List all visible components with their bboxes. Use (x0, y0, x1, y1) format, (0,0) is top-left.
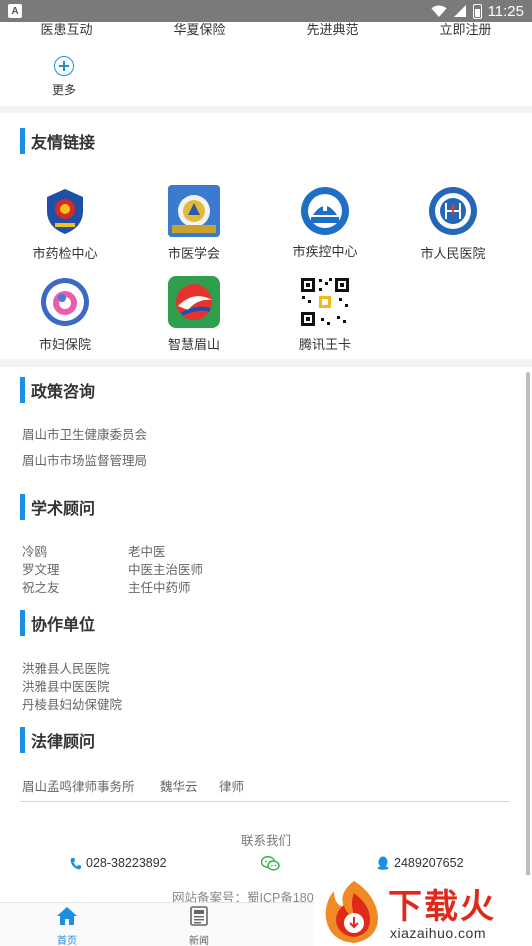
quick-link-register[interactable]: 立即注册 (399, 22, 532, 42)
section-accent-bar (20, 494, 25, 520)
advisor-name: 罗文理 (22, 563, 60, 577)
friend-link-tencent-card[interactable]: 腾讯王卡 (265, 276, 385, 353)
friend-link-label: 市药检中心 (32, 246, 98, 261)
flame-logo-icon (325, 881, 378, 943)
section-accent-bar (20, 128, 25, 154)
divider (20, 801, 510, 802)
policy-link[interactable]: 眉山市市场监督管理局 (22, 450, 147, 469)
partners-header: 协作单位 (20, 610, 95, 636)
qq-icon (377, 856, 389, 870)
qq-number: 2489207652 (394, 856, 464, 870)
watermark-title: 下载火 (388, 887, 496, 927)
section-accent-bar (20, 610, 25, 636)
watermark-url: xiazaihuo.com (390, 925, 486, 941)
advisor-title: 主任中药师 (128, 581, 191, 595)
policy-link[interactable]: 眉山市卫生健康委员会 (22, 424, 147, 443)
legal-role: 律师 (219, 780, 245, 794)
nav-news-label: 新闻 (189, 936, 209, 946)
maternal-hospital-icon (39, 276, 91, 328)
partner-item: 洪雅县人民医院 (22, 662, 110, 676)
nav-news[interactable]: 新闻 (174, 905, 224, 946)
wifi-icon (431, 5, 447, 17)
quick-link-huaxia-insurance[interactable]: 华夏保险 (133, 22, 266, 42)
friend-link-label: 市疾控中心 (292, 244, 358, 259)
nav-home[interactable]: 首页 (42, 905, 92, 946)
academic-title: 学术顾问 (31, 501, 96, 518)
police-emblem-icon (39, 185, 91, 237)
partner-item: 洪雅县中医医院 (22, 680, 110, 694)
friend-link-label: 市医学会 (167, 246, 220, 261)
newspaper-icon (190, 906, 208, 926)
friend-link-label: 市人民医院 (420, 246, 486, 261)
friend-link-label: 市妇保院 (38, 337, 91, 352)
more-label: 更多 (51, 83, 76, 97)
phone-icon (70, 857, 81, 869)
cdc-icon (299, 185, 351, 237)
policy-title: 政策咨询 (31, 384, 96, 401)
quick-link-doctor-patient[interactable]: 医患互动 (0, 22, 133, 42)
friend-link-cdc[interactable]: 市疾控中心 (265, 185, 385, 260)
friend-link-smart-meishan[interactable]: 智慧眉山 (134, 276, 254, 353)
more-button[interactable]: 更多 (38, 56, 90, 98)
friend-link-maternal-hospital[interactable]: 市妇保院 (5, 276, 125, 353)
legal-firm: 眉山孟鸣律师事务所 (22, 780, 135, 794)
advisor-name: 祝之友 (22, 581, 60, 595)
section-accent-bar (20, 377, 25, 403)
plus-circle-icon (54, 56, 74, 76)
phone-number: 028-38223892 (86, 856, 167, 870)
qr-code-icon (299, 276, 351, 328)
friend-link-medical-association[interactable]: 市医学会 (134, 185, 254, 262)
legal-header: 法律顾问 (20, 727, 95, 753)
friend-links-section: 友情链接 市药检中心 市医学会 市疾控中心 市人民医院 市妇保院 智慧眉山 腾讯… (0, 113, 532, 359)
contact-wechat[interactable] (261, 856, 280, 871)
advisor-name: 冷鸥 (22, 545, 48, 559)
home-icon (57, 907, 77, 925)
legal-name: 魏华云 (160, 780, 198, 794)
friend-link-label: 智慧眉山 (167, 337, 220, 352)
nav-home-label: 首页 (57, 936, 77, 946)
partner-item: 丹棱县妇幼保健院 (22, 698, 123, 712)
scrollbar[interactable] (526, 372, 530, 897)
section-accent-bar (20, 727, 25, 753)
wechat-icon (261, 856, 280, 871)
clock: 11:25 (487, 2, 524, 20)
smart-meishan-icon (168, 276, 220, 328)
quick-links-panel: 医患互动 华夏保险 先进典范 立即注册 更多 (0, 22, 532, 106)
partners-title: 协作单位 (31, 617, 96, 634)
battery-icon (472, 3, 482, 19)
medical-association-icon (168, 185, 220, 237)
peoples-hospital-icon (427, 185, 479, 237)
friend-link-label: 腾讯王卡 (298, 337, 351, 352)
contact-title: 联系我们 (240, 834, 291, 848)
friend-links-title: 友情链接 (31, 135, 96, 152)
signal-icon (453, 5, 466, 17)
friend-link-peoples-hospital[interactable]: 市人民医院 (393, 185, 513, 262)
quick-link-models[interactable]: 先进典范 (266, 22, 399, 42)
advisor-title: 中医主治医师 (128, 563, 204, 577)
watermark: 下载火 xiazaihuo.com (314, 875, 532, 946)
legal-title: 法律顾问 (31, 734, 96, 751)
status-bar: A 11:25 (0, 0, 532, 22)
academic-header: 学术顾问 (20, 494, 95, 520)
info-section: 政策咨询 眉山市卫生健康委员会 眉山市市场监督管理局 学术顾问 冷鸥 老中医 罗… (0, 367, 532, 905)
notification-app-icon: A (8, 4, 22, 18)
policy-header: 政策咨询 (20, 377, 95, 403)
friend-link-drug-inspection[interactable]: 市药检中心 (5, 185, 125, 262)
friend-links-header: 友情链接 (20, 128, 95, 154)
contact-phone[interactable]: 028-38223892 (70, 856, 167, 870)
contact-qq[interactable]: 2489207652 (377, 856, 464, 870)
advisor-title: 老中医 (128, 545, 166, 559)
